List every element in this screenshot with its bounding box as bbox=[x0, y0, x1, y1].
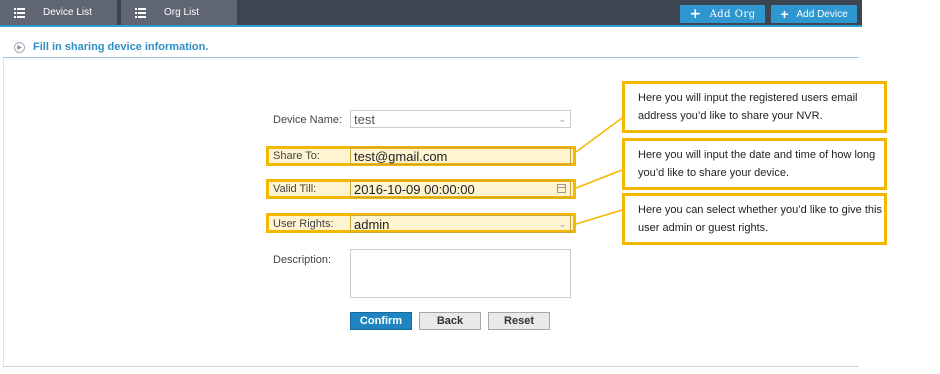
leader-line-share-to bbox=[575, 117, 623, 153]
plus-icon: + bbox=[780, 6, 789, 22]
add-org-label: Add Org bbox=[709, 8, 756, 20]
add-org-button[interactable]: + Add Org bbox=[680, 5, 765, 23]
device-name-value: test bbox=[354, 111, 375, 127]
header-divider bbox=[3, 57, 859, 58]
valid-till-label: Valid Till: bbox=[273, 183, 317, 195]
user-rights-select[interactable]: admin ⌄ bbox=[350, 215, 571, 233]
section-header: ▶ Fill in sharing device information. bbox=[14, 41, 208, 53]
panel-border bbox=[3, 58, 4, 367]
tab-device-list[interactable]: Device List bbox=[0, 0, 117, 25]
valid-till-value: 2016-10-09 00:00:00 bbox=[354, 181, 475, 197]
device-name-label: Device Name: bbox=[273, 114, 343, 126]
plus-icon: + bbox=[689, 6, 702, 22]
list-icon bbox=[14, 7, 25, 18]
description-label: Description: bbox=[273, 254, 332, 266]
leader-line-valid-till bbox=[575, 169, 623, 189]
calendar-icon[interactable] bbox=[557, 184, 566, 193]
tab-org-list[interactable]: Org List bbox=[121, 0, 237, 25]
panel-bottom-divider bbox=[3, 366, 859, 367]
user-rights-label: User Rights: bbox=[273, 218, 334, 230]
callout-valid-till: Here you will input the date and time of… bbox=[622, 138, 887, 190]
section-title: Fill in sharing device information. bbox=[33, 41, 209, 53]
confirm-button[interactable]: Confirm bbox=[350, 312, 412, 330]
back-button[interactable]: Back bbox=[419, 312, 481, 330]
chevron-down-icon: ⌄ bbox=[558, 219, 566, 229]
share-to-label: Share To: bbox=[273, 150, 320, 162]
callout-share-to: Here you will input the registered users… bbox=[622, 81, 887, 133]
user-rights-value: admin bbox=[354, 216, 390, 232]
valid-till-input[interactable]: 2016-10-09 00:00:00 bbox=[350, 180, 571, 198]
chevron-down-icon: ⌄ bbox=[558, 114, 566, 124]
device-name-select[interactable]: test ⌄ bbox=[350, 110, 571, 128]
description-textarea[interactable] bbox=[350, 249, 571, 298]
leader-line-user-rights bbox=[575, 209, 623, 225]
share-to-value: test@gmail.com bbox=[354, 148, 448, 164]
circle-arrow-icon: ▶ bbox=[14, 41, 25, 53]
callout-user-rights: Here you can select whether you’d like t… bbox=[622, 193, 887, 245]
share-to-input[interactable]: test@gmail.com bbox=[350, 147, 571, 165]
add-device-button[interactable]: + Add Device bbox=[771, 5, 857, 23]
reset-button[interactable]: Reset bbox=[488, 312, 550, 330]
list-icon bbox=[135, 7, 146, 18]
tab-label: Org List bbox=[164, 7, 200, 18]
tab-label: Device List bbox=[43, 7, 92, 18]
add-device-label: Add Device bbox=[796, 8, 848, 20]
